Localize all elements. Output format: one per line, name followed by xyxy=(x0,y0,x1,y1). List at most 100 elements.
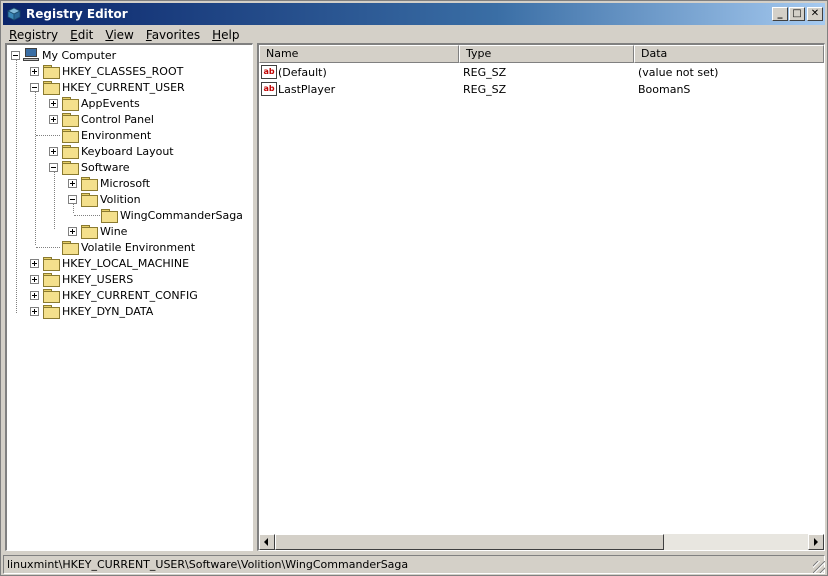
tree-node-hkey-classes-root[interactable]: HKEY_CLASSES_ROOT xyxy=(30,63,183,79)
string-value-icon: ab xyxy=(261,65,277,79)
expand-icon[interactable] xyxy=(68,226,77,236)
tree-node-environment[interactable]: Environment xyxy=(62,127,151,143)
tree-node-wingcommandersaga[interactable]: WingCommanderSaga xyxy=(101,207,243,223)
tree-node-volition[interactable]: Volition xyxy=(68,191,141,207)
string-value-icon: ab xyxy=(261,82,277,96)
collapse-icon[interactable] xyxy=(49,162,58,172)
tree-node-my-computer[interactable]: My Computer xyxy=(11,47,116,63)
collapse-icon[interactable] xyxy=(68,194,77,204)
tree-node-label: Control Panel xyxy=(81,112,154,126)
tree-node-appevents[interactable]: AppEvents xyxy=(49,95,140,111)
expand-icon[interactable] xyxy=(30,306,39,316)
folder-icon xyxy=(62,160,79,175)
value-name: LastPlayer xyxy=(278,82,336,96)
title-bar[interactable]: Registry Editor _ □ ✕ xyxy=(3,3,825,25)
menu-edit-label: dit xyxy=(77,28,94,42)
menu-edit-accel: E xyxy=(70,28,78,42)
tree-node-hkey-current-user[interactable]: HKEY_CURRENT_USER xyxy=(30,79,185,95)
tree-node-label: Volition xyxy=(100,192,141,206)
minimize-icon: _ xyxy=(777,8,783,19)
tree-node-label: AppEvents xyxy=(81,96,140,110)
tree-connector xyxy=(74,215,100,216)
column-header-data[interactable]: Data xyxy=(634,45,824,63)
computer-icon xyxy=(23,48,39,62)
menu-registry[interactable]: Registry xyxy=(3,28,64,42)
scroll-right-button[interactable] xyxy=(808,534,824,550)
tree-node-label: Keyboard Layout xyxy=(81,144,174,158)
tree-node-hkey-users[interactable]: HKEY_USERS xyxy=(30,271,133,287)
folder-icon xyxy=(62,96,79,111)
menu-help-accel: H xyxy=(212,28,222,42)
tree-node-label: Volatile Environment xyxy=(81,240,196,254)
tree-node-label: HKEY_CLASSES_ROOT xyxy=(62,64,184,78)
menu-help-label: elp xyxy=(221,28,240,42)
tree-node-volatile-environment[interactable]: Volatile Environment xyxy=(62,239,195,255)
tree-node-label: My Computer xyxy=(42,48,117,62)
status-bar: linuxmint\HKEY_CURRENT_USER\Software\Vol… xyxy=(3,555,825,574)
tree-node-label: HKEY_DYN_DATA xyxy=(62,304,154,318)
tree-node-label: Software xyxy=(81,160,130,174)
tree-node-hkey-local-machine[interactable]: HKEY_LOCAL_MACHINE xyxy=(30,255,189,271)
tree-node-wine[interactable]: Wine xyxy=(68,223,127,239)
tree-node-hkey-current-config[interactable]: HKEY_CURRENT_CONFIG xyxy=(30,287,198,303)
tree-node-hkey-dyn-data[interactable]: HKEY_DYN_DATA xyxy=(30,303,153,319)
tree-node-control-panel[interactable]: Control Panel xyxy=(49,111,154,127)
tree-connector xyxy=(36,247,60,248)
folder-icon xyxy=(62,128,79,143)
expand-icon[interactable] xyxy=(30,66,39,76)
tree-connector xyxy=(35,89,36,245)
menu-favorites-label: avorites xyxy=(151,28,201,42)
minimize-button[interactable]: _ xyxy=(772,7,788,21)
menu-favorites[interactable]: Favorites xyxy=(140,28,206,42)
tree-connector xyxy=(16,57,17,313)
value-row-default[interactable]: ab (Default) REG_SZ (value not set) xyxy=(259,64,823,80)
collapse-icon[interactable] xyxy=(11,50,20,60)
maximize-button[interactable]: □ xyxy=(789,7,805,21)
menu-help[interactable]: Help xyxy=(206,28,245,42)
tree-node-software[interactable]: Software xyxy=(49,159,130,175)
tree-node-label: HKEY_LOCAL_MACHINE xyxy=(62,256,190,270)
folder-icon xyxy=(62,144,79,159)
close-button[interactable]: ✕ xyxy=(807,7,823,21)
expand-icon[interactable] xyxy=(30,274,39,284)
registry-editor-app-icon xyxy=(6,6,22,22)
value-type: REG_SZ xyxy=(463,82,507,96)
tree-node-label: HKEY_CURRENT_CONFIG xyxy=(62,288,198,302)
expand-icon[interactable] xyxy=(30,258,39,268)
menu-edit[interactable]: Edit xyxy=(64,28,99,42)
expand-icon[interactable] xyxy=(30,290,39,300)
value-name: (Default) xyxy=(278,65,327,79)
folder-icon xyxy=(43,64,60,79)
registry-key-tree[interactable]: My Computer HKEY_CLASSES_ROOT HKEY_CURRE… xyxy=(5,43,253,551)
horizontal-scrollbar[interactable] xyxy=(259,534,824,550)
expand-icon[interactable] xyxy=(68,178,77,188)
collapse-icon[interactable] xyxy=(30,82,39,92)
scrollbar-thumb[interactable] xyxy=(275,534,664,550)
menu-view[interactable]: View xyxy=(99,28,139,42)
value-type: REG_SZ xyxy=(463,65,507,79)
folder-icon xyxy=(43,288,60,303)
folder-icon xyxy=(81,176,98,191)
folder-icon xyxy=(43,304,60,319)
tree-node-label: Wine xyxy=(100,224,128,238)
menu-view-label: iew xyxy=(113,28,134,42)
column-header-name[interactable]: Name xyxy=(259,45,459,63)
value-data: BoomanS xyxy=(638,82,691,96)
menu-registry-accel: R xyxy=(9,28,17,42)
close-icon: ✕ xyxy=(810,8,820,19)
expand-icon[interactable] xyxy=(49,98,58,108)
folder-icon xyxy=(81,192,98,207)
tree-connector xyxy=(54,169,55,229)
tree-node-label: WingCommanderSaga xyxy=(120,208,243,222)
column-header-type[interactable]: Type xyxy=(459,45,634,63)
resize-grip[interactable] xyxy=(813,561,825,573)
tree-node-keyboard-layout[interactable]: Keyboard Layout xyxy=(49,143,174,159)
expand-icon[interactable] xyxy=(49,146,58,156)
registry-values-list[interactable]: Name Type Data ab (Default) REG_SZ (valu… xyxy=(257,43,825,551)
scroll-left-button[interactable] xyxy=(259,534,275,550)
folder-icon xyxy=(62,112,79,127)
tree-node-microsoft[interactable]: Microsoft xyxy=(68,175,150,191)
value-row-lastplayer[interactable]: ab LastPlayer REG_SZ BoomanS xyxy=(259,81,823,97)
expand-icon[interactable] xyxy=(49,114,58,124)
tree-node-label: HKEY_CURRENT_USER xyxy=(62,80,185,94)
